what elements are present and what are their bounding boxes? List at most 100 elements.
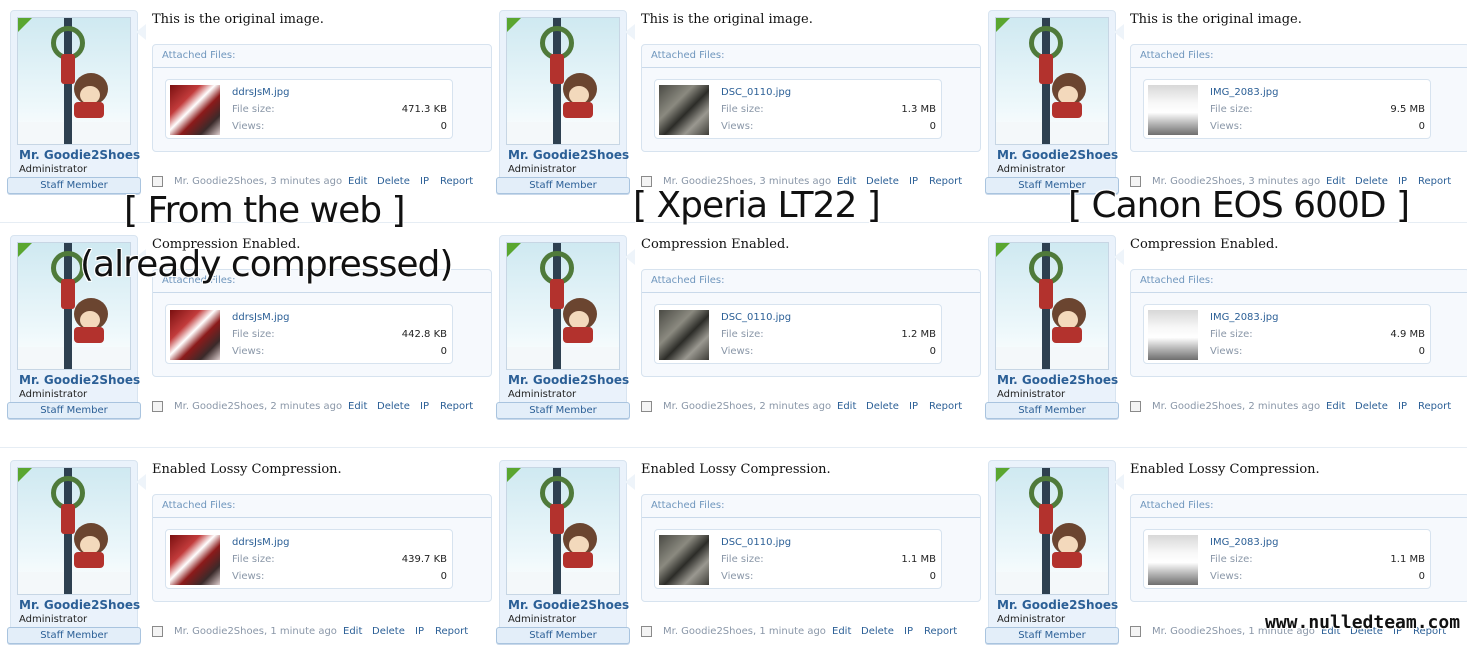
attachment-filename-link[interactable]: DSC_0110.jpg xyxy=(721,537,791,548)
meta-author[interactable]: Mr. Goodie2Shoes, xyxy=(174,176,267,187)
attached-files: Attached Files: DSC_0110.jpg File size: … xyxy=(641,269,981,377)
meta-author[interactable]: Mr. Goodie2Shoes, xyxy=(663,626,756,637)
file-size-value: 442.8 KB xyxy=(401,329,447,340)
avatar[interactable] xyxy=(506,467,620,595)
attachment-thumbnail[interactable] xyxy=(659,310,709,360)
attachment-thumbnail[interactable] xyxy=(1148,310,1198,360)
views-value: 0 xyxy=(440,121,447,132)
username-link[interactable]: Mr. Goodie2Shoes xyxy=(997,148,1118,162)
message-user-info: Mr. Goodie2Shoes Administrator Staff Mem… xyxy=(496,235,630,419)
delete-link[interactable]: Delete xyxy=(377,176,410,187)
username-link[interactable]: Mr. Goodie2Shoes xyxy=(19,373,140,387)
post-time[interactable]: 2 minutes ago xyxy=(759,401,831,412)
avatar[interactable] xyxy=(995,17,1109,145)
select-post-checkbox[interactable] xyxy=(1130,626,1141,637)
edit-link[interactable]: Edit xyxy=(837,401,856,412)
meta-author[interactable]: Mr. Goodie2Shoes, xyxy=(663,401,756,412)
attachment-filename-link[interactable]: IMG_2083.jpg xyxy=(1210,312,1278,323)
post-time[interactable]: 3 minutes ago xyxy=(270,176,342,187)
edit-link[interactable]: Edit xyxy=(348,401,367,412)
report-link[interactable]: Report xyxy=(440,176,473,187)
select-post-checkbox[interactable] xyxy=(641,401,652,412)
ip-link[interactable]: IP xyxy=(909,401,918,412)
username-link[interactable]: Mr. Goodie2Shoes xyxy=(997,373,1118,387)
ip-link[interactable]: IP xyxy=(904,626,913,637)
edit-link[interactable]: Edit xyxy=(348,176,367,187)
ip-link[interactable]: IP xyxy=(420,401,429,412)
username-link[interactable]: Mr. Goodie2Shoes xyxy=(997,598,1118,612)
attachment-filename-link[interactable]: DSC_0110.jpg xyxy=(721,87,791,98)
attached-files-header: Attached Files: xyxy=(642,270,980,293)
file-size-label: File size: xyxy=(721,554,764,565)
edit-link[interactable]: Edit xyxy=(1326,401,1345,412)
attachment-thumbnail[interactable] xyxy=(170,310,220,360)
post-time[interactable]: 1 minute ago xyxy=(759,626,826,637)
attachment-thumbnail[interactable] xyxy=(659,535,709,585)
message-text: Compression Enabled. xyxy=(1130,237,1279,252)
avatar[interactable] xyxy=(995,242,1109,370)
attachment-thumbnail[interactable] xyxy=(170,535,220,585)
ip-link[interactable]: IP xyxy=(420,176,429,187)
attachment-thumbnail[interactable] xyxy=(659,85,709,135)
report-link[interactable]: Report xyxy=(924,626,957,637)
username-link[interactable]: Mr. Goodie2Shoes xyxy=(19,598,140,612)
post-time[interactable]: 2 minutes ago xyxy=(270,401,342,412)
views-value: 0 xyxy=(929,346,936,357)
delete-link[interactable]: Delete xyxy=(377,401,410,412)
select-post-checkbox[interactable] xyxy=(641,626,652,637)
attachment-filename-link[interactable]: ddrsJsM.jpg xyxy=(232,537,289,548)
avatar[interactable] xyxy=(506,17,620,145)
attachment-filename-link[interactable]: ddrsJsM.jpg xyxy=(232,312,289,323)
avatar[interactable] xyxy=(506,242,620,370)
meta-author[interactable]: Mr. Goodie2Shoes, xyxy=(1152,626,1245,637)
meta-author[interactable]: Mr. Goodie2Shoes, xyxy=(174,401,267,412)
ip-link[interactable]: IP xyxy=(1398,401,1407,412)
message-text: Enabled Lossy Compression. xyxy=(1130,462,1320,477)
username-link[interactable]: Mr. Goodie2Shoes xyxy=(508,148,629,162)
message-user-info: Mr. Goodie2Shoes Administrator Staff Mem… xyxy=(496,460,630,644)
attachment-thumbnail[interactable] xyxy=(1148,535,1198,585)
avatar[interactable] xyxy=(17,17,131,145)
username-link[interactable]: Mr. Goodie2Shoes xyxy=(508,373,629,387)
meta-author[interactable]: Mr. Goodie2Shoes, xyxy=(174,626,267,637)
post-time[interactable]: 1 minute ago xyxy=(270,626,337,637)
ip-link[interactable]: IP xyxy=(909,176,918,187)
post-time[interactable]: 2 minutes ago xyxy=(1248,401,1320,412)
post: Mr. Goodie2Shoes Administrator Staff Mem… xyxy=(980,227,1467,447)
delete-link[interactable]: Delete xyxy=(866,401,899,412)
attachment-filename-link[interactable]: DSC_0110.jpg xyxy=(721,312,791,323)
report-link[interactable]: Report xyxy=(929,401,962,412)
report-link[interactable]: Report xyxy=(435,626,468,637)
edit-link[interactable]: Edit xyxy=(832,626,851,637)
attachment-thumbnail[interactable] xyxy=(170,85,220,135)
staff-badge: Staff Member xyxy=(496,627,630,644)
delete-link[interactable]: Delete xyxy=(372,626,405,637)
user-title: Administrator xyxy=(997,389,1066,400)
avatar[interactable] xyxy=(17,467,131,595)
file-size-value: 1.3 MB xyxy=(901,104,936,115)
report-link[interactable]: Report xyxy=(1418,176,1451,187)
report-link[interactable]: Report xyxy=(440,401,473,412)
views-value: 0 xyxy=(1418,346,1425,357)
edit-link[interactable]: Edit xyxy=(343,626,362,637)
message-meta: Mr. Goodie2Shoes, 2 minutes ago Edit Del… xyxy=(152,401,482,415)
username-link[interactable]: Mr. Goodie2Shoes xyxy=(19,148,140,162)
attachment-filename-link[interactable]: IMG_2083.jpg xyxy=(1210,87,1278,98)
select-post-checkbox[interactable] xyxy=(1130,401,1141,412)
attachment-thumbnail[interactable] xyxy=(1148,85,1198,135)
avatar[interactable] xyxy=(995,467,1109,595)
select-post-checkbox[interactable] xyxy=(152,176,163,187)
select-post-checkbox[interactable] xyxy=(152,626,163,637)
online-indicator-icon xyxy=(507,243,521,257)
delete-link[interactable]: Delete xyxy=(861,626,894,637)
attachment-filename-link[interactable]: IMG_2083.jpg xyxy=(1210,537,1278,548)
select-post-checkbox[interactable] xyxy=(152,401,163,412)
username-link[interactable]: Mr. Goodie2Shoes xyxy=(508,598,629,612)
ip-link[interactable]: IP xyxy=(415,626,424,637)
attachment-filename-link[interactable]: ddrsJsM.jpg xyxy=(232,87,289,98)
report-link[interactable]: Report xyxy=(1418,401,1451,412)
delete-link[interactable]: Delete xyxy=(1355,401,1388,412)
speech-arrow xyxy=(136,474,146,490)
meta-author[interactable]: Mr. Goodie2Shoes, xyxy=(1152,401,1245,412)
report-link[interactable]: Report xyxy=(929,176,962,187)
